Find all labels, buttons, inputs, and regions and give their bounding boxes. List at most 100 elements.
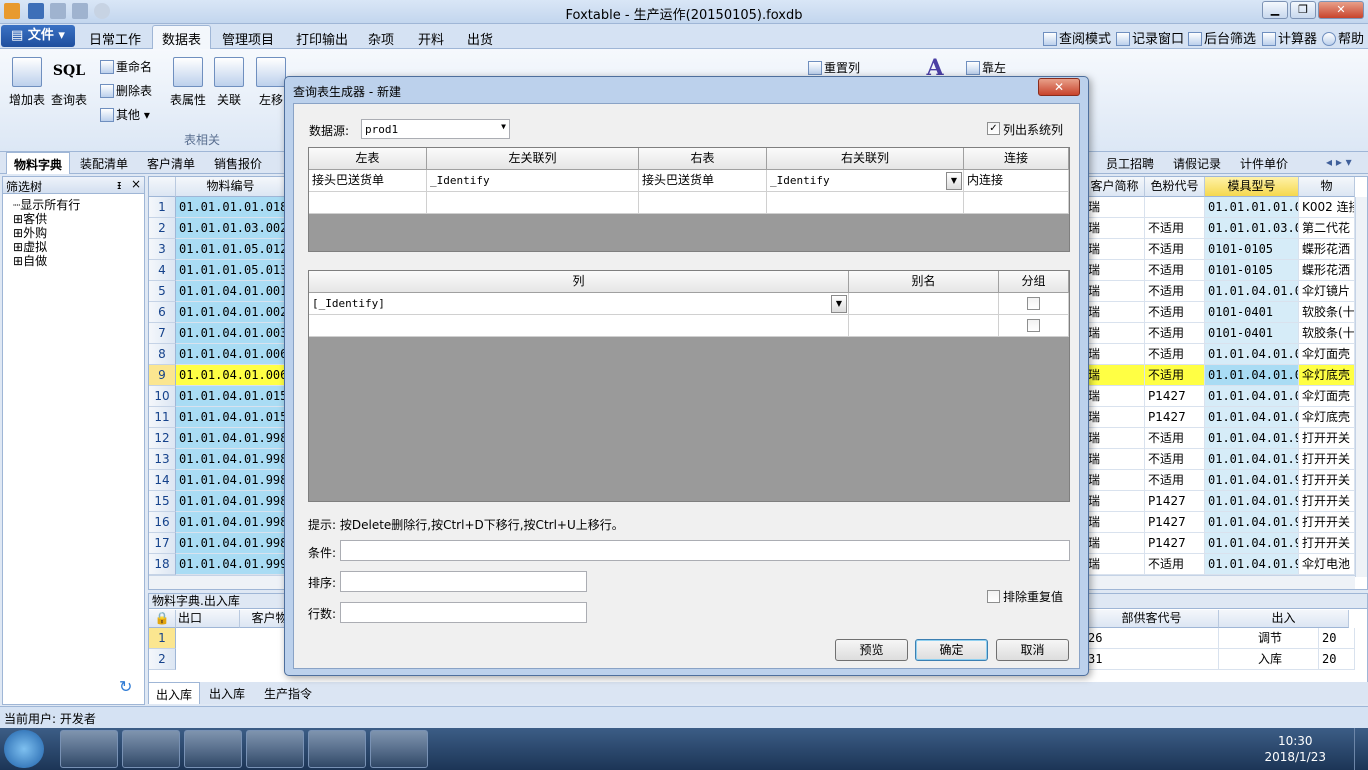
tab-misc[interactable]: 杂项 — [368, 29, 394, 48]
sheet-tab-assembly[interactable]: 装配清单 — [80, 155, 128, 172]
row-number[interactable]: 13 — [149, 449, 176, 470]
cell-mold-model[interactable]: 0101-0401 — [1205, 302, 1299, 323]
cell-material-code[interactable]: 01.01.01.01.018 — [176, 197, 286, 218]
cell-mold-model[interactable]: 01.01.04.01.99 — [1205, 449, 1299, 470]
close-window-button[interactable]: ✕ — [1318, 1, 1364, 19]
cell-material-code[interactable]: 01.01.04.01.998-2B — [176, 512, 286, 533]
row-number[interactable]: 3 — [149, 239, 176, 260]
tab-scroll-arrows[interactable]: ◂ ▸ ▾ — [1326, 155, 1352, 169]
distinct-checkbox[interactable] — [987, 590, 1000, 603]
cell-material-name[interactable]: K002 连接 — [1299, 197, 1355, 218]
record-window-link[interactable]: 记录窗口 — [1116, 28, 1184, 47]
cell-color-code[interactable]: 不适用 — [1145, 344, 1205, 365]
cell-material-code[interactable]: 01.01.04.01.998-1C — [176, 470, 286, 491]
column-header-column[interactable]: 列 — [309, 271, 849, 293]
row-number[interactable]: 17 — [149, 533, 176, 554]
join-cell-join-type[interactable]: 内连接 — [964, 170, 1069, 192]
tab-daily-work[interactable]: 日常工作 — [89, 29, 141, 48]
table-properties-button[interactable]: 表属性 — [166, 57, 210, 108]
row-number[interactable]: 1 — [149, 197, 176, 218]
query-table-button[interactable]: SQL 查询表 — [50, 57, 88, 108]
sheet-tab-piece-rate[interactable]: 计件单价 — [1240, 155, 1288, 172]
minimize-button[interactable]: ▁ — [1262, 1, 1288, 19]
cell-material-name[interactable]: 伞灯电池 — [1299, 554, 1355, 575]
join-header-right-table[interactable]: 右表 — [639, 148, 767, 170]
child-row-number[interactable]: 2 — [149, 649, 176, 670]
cell-mold-model[interactable]: 01.01.04.01.99 — [1205, 533, 1299, 554]
cell-mold-model[interactable]: 01.01.04.01.99 — [1205, 470, 1299, 491]
rows-input[interactable] — [340, 602, 587, 623]
rename-button[interactable]: 重命名 — [100, 58, 152, 75]
cell-mold-model[interactable]: 01.01.01.03.00 — [1205, 218, 1299, 239]
cell-material-name[interactable]: 蝶形花洒 — [1299, 239, 1355, 260]
cell-customer[interactable]: 瑞 — [1085, 470, 1145, 491]
explorer-taskbar-icon[interactable] — [60, 730, 118, 768]
child-header-inout[interactable]: 出入 — [1219, 610, 1349, 628]
cell-color-code[interactable]: P1427 — [1145, 386, 1205, 407]
close-panel-icon[interactable]: × — [131, 177, 141, 191]
row-number[interactable]: 14 — [149, 470, 176, 491]
cell-mold-model[interactable]: 01.01.01.01.01 — [1205, 197, 1299, 218]
tab-data-table[interactable]: 数据表 — [152, 25, 212, 49]
child-cell[interactable]: 31 — [1085, 649, 1219, 670]
cell-color-code[interactable]: 不适用 — [1145, 281, 1205, 302]
delete-table-button[interactable]: 删除表 — [100, 82, 152, 99]
column-header-group[interactable]: 分组 — [999, 271, 1069, 293]
column-dropdown-arrow[interactable]: ▼ — [831, 295, 847, 313]
cell-material-name[interactable]: 伞灯镜片 — [1299, 281, 1355, 302]
cell-material-code[interactable]: 01.01.04.01.003 — [176, 323, 286, 344]
row-number[interactable]: 18 — [149, 554, 176, 575]
cell-mold-model[interactable]: 0101-0401 — [1205, 323, 1299, 344]
cell-material-name[interactable]: 伞灯面壳 — [1299, 386, 1355, 407]
cell-material-name[interactable]: 打开开关 — [1299, 449, 1355, 470]
column-header-alias[interactable]: 别名 — [849, 271, 999, 293]
grid-header-customer[interactable]: 客户简称 — [1085, 177, 1145, 197]
datasource-select[interactable]: prod1 ▼ — [361, 119, 510, 139]
cell-mold-model[interactable]: 01.01.04.01.01 — [1205, 407, 1299, 428]
row-number[interactable]: 4 — [149, 260, 176, 281]
cell-color-code[interactable] — [1145, 197, 1205, 218]
cell-customer[interactable]: 瑞 — [1085, 449, 1145, 470]
join-header-join-type[interactable]: 连接 — [964, 148, 1069, 170]
join-cell-left-table[interactable]: 接头巴送货单 — [309, 170, 427, 192]
cell-material-code[interactable]: 01.01.04.01.998-2C — [176, 533, 286, 554]
child-cell[interactable]: 20 — [1319, 628, 1355, 649]
cell-customer[interactable]: 瑞 — [1085, 323, 1145, 344]
cell-material-name[interactable]: 打开开关 — [1299, 512, 1355, 533]
ok-button[interactable]: 确定 — [915, 639, 988, 661]
cell-color-code[interactable]: 不适用 — [1145, 449, 1205, 470]
cell-mold-model[interactable]: 0101-0105 — [1205, 260, 1299, 281]
tab-cutting[interactable]: 开料 — [418, 29, 444, 48]
column-cell-alias[interactable] — [849, 293, 999, 315]
cell-customer[interactable]: 瑞 — [1085, 491, 1145, 512]
row-number[interactable]: 7 — [149, 323, 176, 344]
join-empty-cell[interactable] — [964, 192, 1069, 214]
cell-material-code[interactable]: 01.01.01.05.013 — [176, 260, 286, 281]
tree-item-purchased[interactable]: ⊞外购 — [3, 226, 144, 240]
start-button[interactable] — [4, 730, 44, 768]
cell-color-code[interactable]: 不适用 — [1145, 365, 1205, 386]
cell-material-name[interactable]: 软胶条(十 — [1299, 323, 1355, 344]
row-number[interactable]: 12 — [149, 428, 176, 449]
cell-material-name[interactable]: 伞灯底壳 — [1299, 365, 1355, 386]
join-empty-cell[interactable] — [427, 192, 639, 214]
child-tab-inout-1[interactable]: 出入库 — [148, 682, 201, 704]
app-taskbar-icon[interactable] — [308, 730, 366, 768]
cell-customer[interactable]: 瑞 — [1085, 512, 1145, 533]
row-number[interactable]: 11 — [149, 407, 176, 428]
view-mode-link[interactable]: 查阅模式 — [1043, 28, 1111, 47]
join-cell-left-column[interactable]: _Identify — [427, 170, 639, 192]
cell-color-code[interactable]: 不适用 — [1145, 302, 1205, 323]
sheet-tab-material-dict[interactable]: 物料字典 — [6, 152, 71, 174]
condition-input[interactable] — [340, 540, 1070, 561]
row-number[interactable]: 16 — [149, 512, 176, 533]
cell-mold-model[interactable]: 01.01.04.01.00 — [1205, 281, 1299, 302]
cell-mold-model[interactable]: 01.01.04.01.99 — [1205, 512, 1299, 533]
group-checkbox[interactable] — [1027, 319, 1040, 332]
sheet-tab-leave[interactable]: 请假记录 — [1173, 155, 1221, 172]
refresh-icon[interactable]: ↻ — [119, 677, 132, 696]
cell-material-name[interactable]: 打开开关 — [1299, 491, 1355, 512]
cell-material-name[interactable]: 伞灯底壳 — [1299, 407, 1355, 428]
help-link[interactable]: 帮助 — [1322, 28, 1364, 47]
join-empty-cell[interactable] — [309, 192, 427, 214]
